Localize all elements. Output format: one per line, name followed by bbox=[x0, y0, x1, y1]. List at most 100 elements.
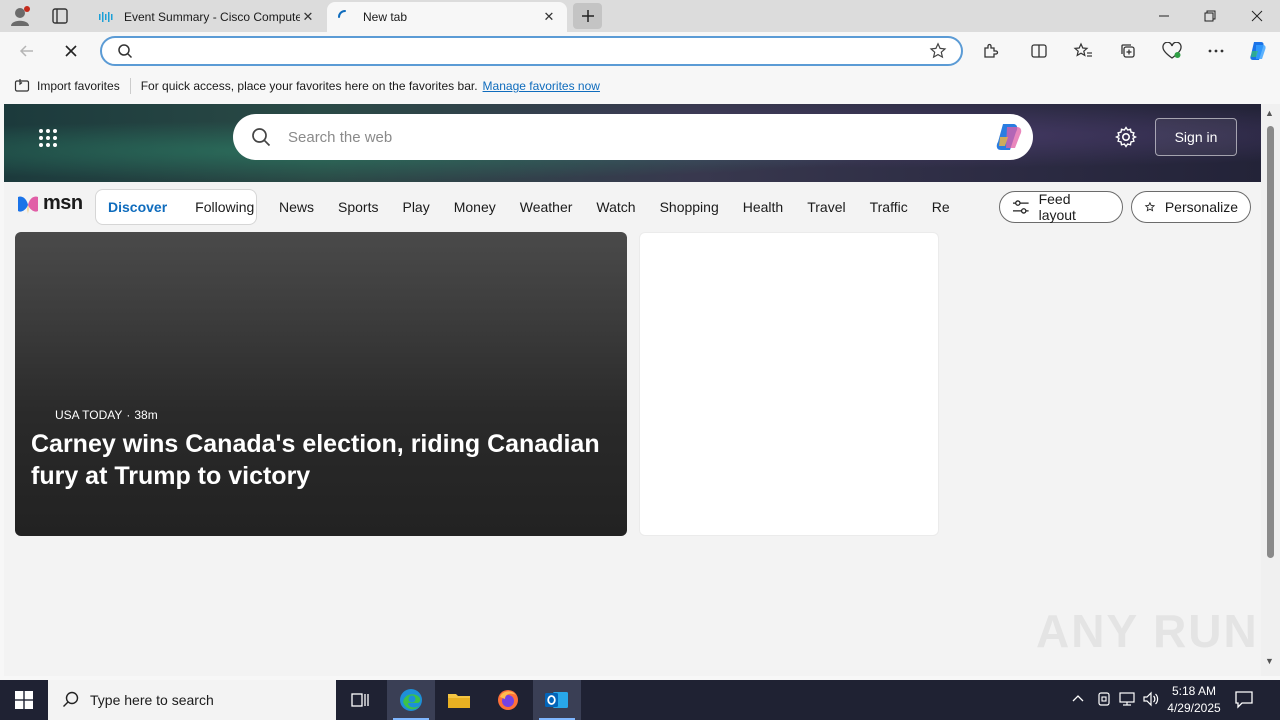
category-real-estate[interactable]: Real E bbox=[932, 199, 949, 215]
tab-title: New tab bbox=[363, 10, 408, 24]
web-search-input[interactable] bbox=[288, 126, 968, 148]
copilot-icon[interactable] bbox=[993, 122, 1025, 155]
tab-discover[interactable]: Discover bbox=[96, 199, 167, 215]
import-favorites-label: Import favorites bbox=[37, 79, 120, 93]
cisco-favicon-icon bbox=[98, 9, 114, 25]
address-bar[interactable] bbox=[100, 36, 963, 66]
close-tab-icon[interactable]: ✕ bbox=[541, 9, 557, 25]
vertical-scrollbar[interactable]: ▲ ▼ bbox=[1261, 104, 1280, 676]
import-icon bbox=[14, 79, 30, 92]
start-button[interactable] bbox=[0, 680, 48, 720]
address-input[interactable] bbox=[142, 41, 922, 61]
tab-following[interactable]: Following bbox=[183, 199, 254, 215]
new-tab-button[interactable] bbox=[573, 3, 602, 29]
browser-essentials-button[interactable] bbox=[1157, 36, 1187, 66]
heartbeat-icon bbox=[1162, 42, 1182, 59]
favorites-bar: Import favorites For quick access, place… bbox=[0, 70, 1280, 102]
search-icon bbox=[117, 43, 133, 62]
volume-icon[interactable] bbox=[1142, 691, 1160, 710]
split-screen-icon bbox=[1031, 44, 1047, 58]
file-explorer-taskbar-app[interactable] bbox=[435, 680, 483, 720]
task-view-button[interactable] bbox=[336, 680, 384, 720]
scroll-down-icon[interactable]: ▼ bbox=[1265, 656, 1274, 666]
windows-logo-icon bbox=[15, 691, 33, 709]
firefox-taskbar-app[interactable] bbox=[484, 680, 532, 720]
import-favorites-button[interactable]: Import favorites bbox=[14, 78, 120, 94]
notification-icon[interactable] bbox=[1233, 688, 1255, 713]
story-source: USA TODAY bbox=[55, 408, 123, 422]
close-window-button[interactable] bbox=[1234, 0, 1280, 32]
settings-more-button[interactable] bbox=[1201, 36, 1231, 66]
category-nav: News Sports Play Money Weather Watch Sho… bbox=[279, 189, 949, 225]
taskbar-search-placeholder: Type here to search bbox=[90, 692, 214, 708]
taskbar-search[interactable]: Type here to search bbox=[48, 680, 336, 720]
collections-icon bbox=[1121, 44, 1135, 58]
restore-button[interactable] bbox=[1187, 0, 1233, 32]
scroll-up-icon[interactable]: ▲ bbox=[1265, 108, 1274, 118]
split-screen-button[interactable] bbox=[1024, 36, 1054, 66]
back-button[interactable] bbox=[12, 36, 42, 66]
gear-icon[interactable] bbox=[1114, 126, 1138, 151]
sign-in-button[interactable]: Sign in bbox=[1155, 118, 1237, 156]
outlook-icon bbox=[545, 692, 568, 708]
copilot-icon bbox=[1250, 42, 1266, 60]
more-icon bbox=[1208, 49, 1224, 53]
app-launcher-icon[interactable] bbox=[38, 128, 58, 151]
favorite-star-icon[interactable] bbox=[929, 42, 947, 63]
divider bbox=[129, 78, 131, 94]
story-headline[interactable]: Carney wins Canada's election, riding Ca… bbox=[31, 428, 611, 492]
task-view-icon bbox=[351, 693, 369, 707]
top-story-card[interactable]: USA TODAY · 38m Carney wins Canada's ele… bbox=[15, 232, 627, 536]
search-icon bbox=[251, 127, 271, 150]
category-travel[interactable]: Travel bbox=[807, 199, 845, 215]
copilot-button[interactable] bbox=[1243, 36, 1273, 66]
category-shopping[interactable]: Shopping bbox=[660, 199, 719, 215]
search-icon bbox=[63, 691, 79, 707]
story-meta: USA TODAY · 38m bbox=[55, 408, 158, 422]
category-watch[interactable]: Watch bbox=[596, 199, 635, 215]
manage-favorites-link[interactable]: Manage favorites now bbox=[483, 79, 600, 93]
edge-taskbar-app[interactable] bbox=[387, 680, 435, 720]
close-tab-icon[interactable]: ✕ bbox=[300, 9, 316, 25]
network-icon[interactable] bbox=[1118, 691, 1136, 710]
plus-icon bbox=[581, 10, 594, 22]
page-viewport: Sign in msn Discover Following News Spor… bbox=[4, 104, 1261, 676]
browser-toolbar bbox=[0, 32, 1280, 70]
tab-strip: Event Summary - Cisco Computer ✕ New tab… bbox=[0, 0, 1280, 32]
favorites-list-icon bbox=[1073, 42, 1092, 57]
meet-now-icon[interactable] bbox=[1096, 691, 1112, 710]
close-icon bbox=[65, 45, 77, 57]
favorites-button[interactable] bbox=[1068, 36, 1098, 66]
tab-new-tab[interactable]: New tab ✕ bbox=[327, 2, 567, 32]
firefox-icon bbox=[498, 690, 518, 710]
category-news[interactable]: News bbox=[279, 199, 314, 215]
meta-separator: · bbox=[126, 408, 131, 422]
category-health[interactable]: Health bbox=[743, 199, 783, 215]
category-traffic[interactable]: Traffic bbox=[870, 199, 908, 215]
minimize-button[interactable] bbox=[1141, 0, 1187, 32]
tab-event-summary[interactable]: Event Summary - Cisco Computer ✕ bbox=[88, 2, 326, 32]
puzzle-icon bbox=[984, 43, 999, 58]
chevron-up-icon[interactable] bbox=[1071, 691, 1085, 708]
side-card bbox=[639, 232, 939, 536]
stop-loading-button[interactable] bbox=[56, 36, 86, 66]
extensions-button[interactable] bbox=[976, 36, 1006, 66]
msn-logo[interactable]: msn bbox=[16, 192, 83, 215]
web-search-box[interactable] bbox=[233, 114, 1033, 160]
feed-layout-label: Feed layout bbox=[1038, 191, 1076, 223]
category-weather[interactable]: Weather bbox=[520, 199, 573, 215]
profile-icon[interactable] bbox=[8, 5, 32, 27]
system-clock[interactable]: 5:18 AM 4/29/2025 bbox=[1163, 683, 1225, 717]
feed-layout-button[interactable]: Feed layout bbox=[999, 191, 1123, 223]
feed-toggle: Discover Following bbox=[95, 189, 257, 225]
personalize-button[interactable]: Personalize bbox=[1131, 191, 1251, 223]
collections-button[interactable] bbox=[1113, 36, 1143, 66]
tab-actions-icon[interactable] bbox=[46, 5, 74, 27]
category-play[interactable]: Play bbox=[402, 199, 429, 215]
loading-spinner-icon bbox=[337, 9, 353, 25]
category-sports[interactable]: Sports bbox=[338, 199, 378, 215]
category-money[interactable]: Money bbox=[454, 199, 496, 215]
scrollbar-thumb[interactable] bbox=[1267, 126, 1274, 558]
personalize-star-icon bbox=[1144, 201, 1156, 212]
outlook-taskbar-app[interactable] bbox=[533, 680, 581, 720]
